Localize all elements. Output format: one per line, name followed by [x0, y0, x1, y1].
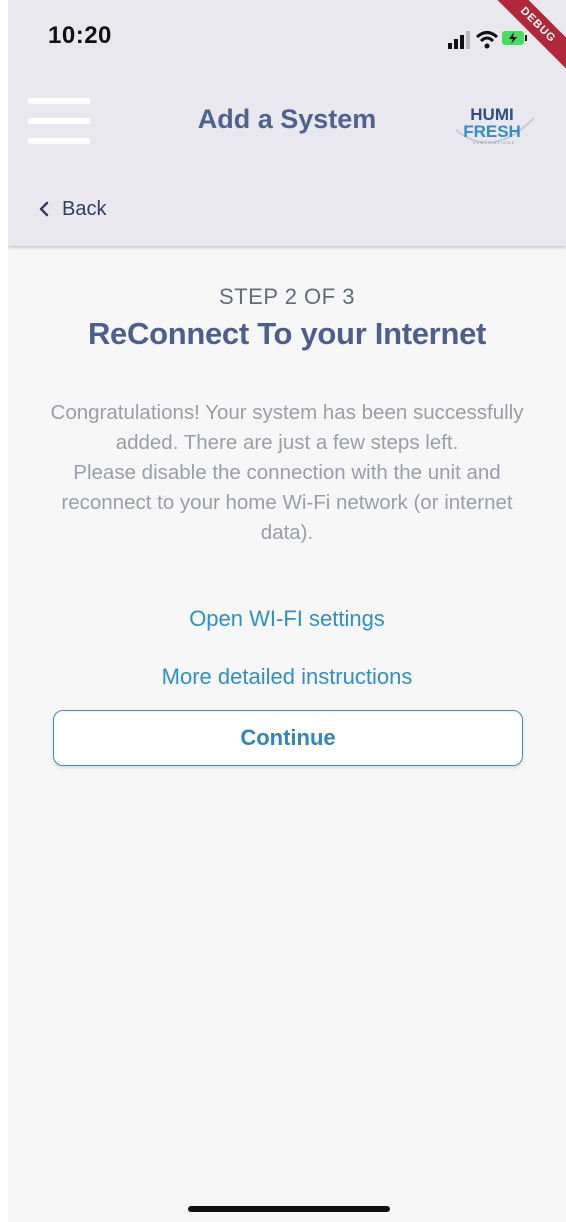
- step-title: ReConnect To your Internet: [87, 316, 487, 351]
- svg-text:VENTILATIONS: VENTILATIONS: [473, 140, 516, 145]
- hamburger-menu-icon[interactable]: [28, 98, 90, 144]
- status-icons: [448, 31, 527, 49]
- back-label: Back: [62, 197, 107, 220]
- status-time: 10:20: [48, 22, 112, 49]
- humifresh-logo: HUMI FRESH VENTILATIONS: [455, 105, 535, 145]
- header: 10:20 DEBUG Add a System HUMI FRESH VENT…: [8, 0, 566, 246]
- description-paragraph-2: Please disable the connection with the u…: [61, 461, 513, 544]
- open-wifi-settings-link[interactable]: Open WI-FI settings: [8, 606, 566, 632]
- signal-icon: [448, 31, 470, 49]
- wifi-icon: [475, 31, 499, 49]
- instructions-text: Congratulations! Your system has been su…: [44, 398, 530, 548]
- back-button[interactable]: Back: [38, 194, 106, 224]
- step-indicator: STEP 2 OF 3: [219, 284, 355, 309]
- detailed-instructions-link[interactable]: More detailed instructions: [8, 664, 566, 690]
- svg-text:FRESH: FRESH: [463, 122, 521, 141]
- continue-button[interactable]: Continue: [53, 710, 523, 766]
- home-indicator[interactable]: [188, 1206, 390, 1212]
- chevron-left-icon: [39, 201, 49, 217]
- description-paragraph-1: Congratulations! Your system has been su…: [50, 401, 524, 454]
- battery-icon: [502, 31, 527, 45]
- app-screen: 10:20 DEBUG Add a System HUMI FRESH VENT…: [8, 0, 566, 1222]
